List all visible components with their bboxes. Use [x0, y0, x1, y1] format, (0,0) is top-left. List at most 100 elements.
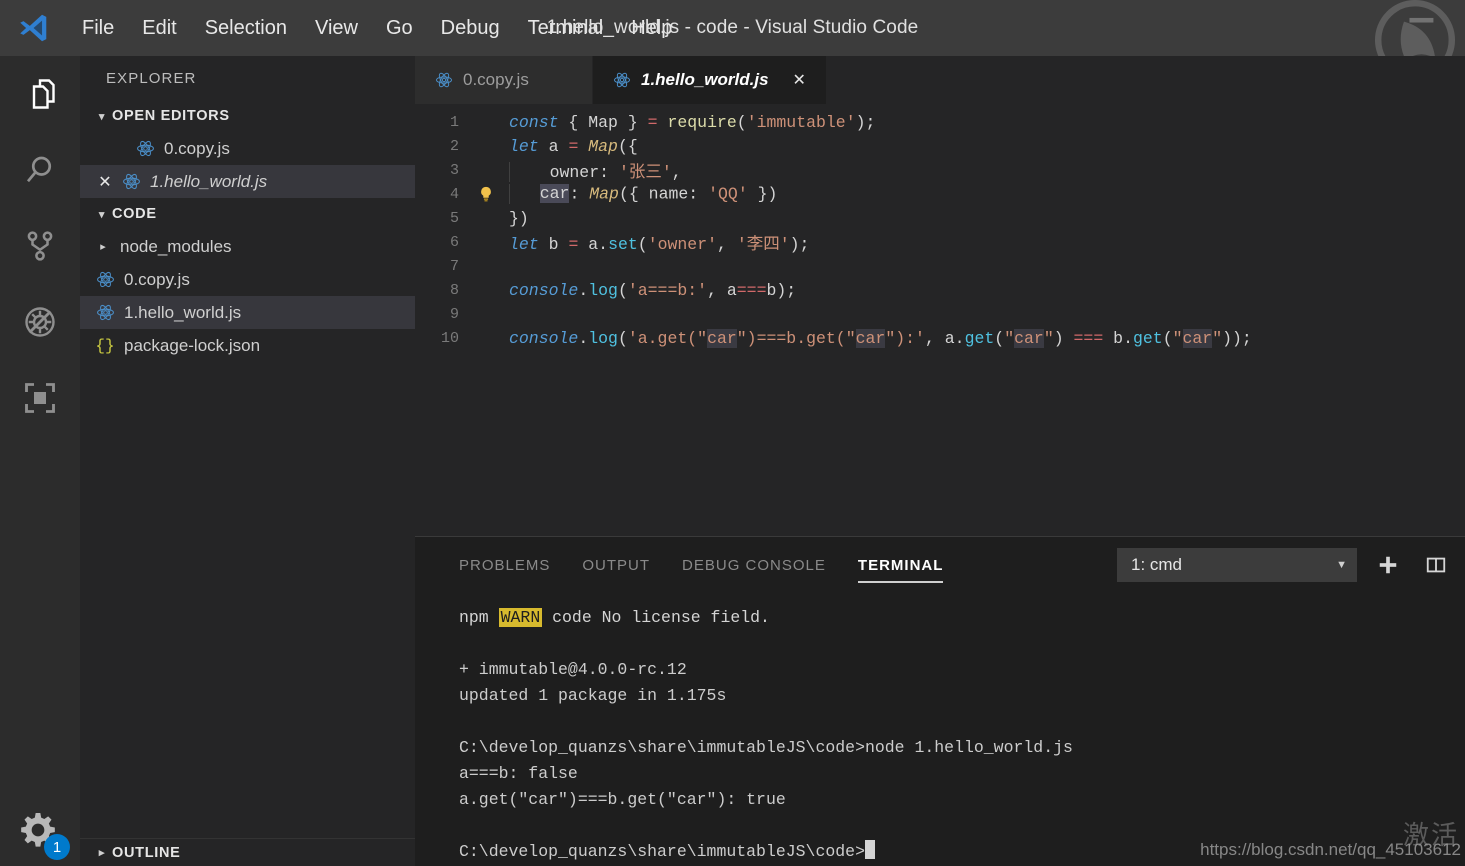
- section-folder-label: CODE: [112, 206, 157, 222]
- warn-badge: WARN: [498, 608, 543, 627]
- lightbulb-icon[interactable]: [477, 185, 495, 203]
- line-number: 9: [449, 305, 459, 323]
- menu-item-debug[interactable]: Debug: [427, 13, 514, 44]
- terminal-line-8: [459, 813, 1465, 839]
- menu-item-view[interactable]: View: [301, 13, 372, 44]
- activity-item-explorer[interactable]: [0, 56, 80, 132]
- split-panel-icon: [1426, 557, 1446, 573]
- code-line-5: 5 }): [415, 206, 1465, 230]
- panel-tab-debug-console[interactable]: DEBUG CONSOLE: [666, 537, 842, 593]
- code-line-4: 4 car: Map({ name: 'QQ' }): [415, 182, 1465, 206]
- tree-item-label: 0.copy.js: [124, 269, 190, 289]
- extensions-icon: [25, 383, 55, 413]
- code-line-5-text: }): [509, 208, 529, 228]
- new-terminal-button[interactable]: [1371, 548, 1405, 582]
- settings-badge: 1: [44, 834, 70, 860]
- code-line-2: 2 let a = Map({: [415, 134, 1465, 158]
- js-file-icon: [436, 72, 452, 88]
- vscode-logo-icon: [20, 14, 47, 42]
- terminal-prompt: C:\develop_quanzs\share\immutableJS\code…: [459, 842, 865, 861]
- tree-item-label: package-lock.json: [124, 335, 261, 355]
- close-icon[interactable]: ✕: [92, 172, 118, 192]
- code-line-10: 10 console.log('a.get("car")===b.get("ca…: [415, 326, 1465, 350]
- panel-tab-terminal[interactable]: TERMINAL: [842, 537, 960, 593]
- code-line-9: 9: [415, 302, 1465, 326]
- line-number: 7: [449, 257, 459, 275]
- line-number: 1: [449, 113, 459, 131]
- editor-tab-0-copy-js[interactable]: 0.copy.js: [415, 56, 593, 104]
- tree-item-0-copy-js[interactable]: 0.copy.js: [80, 263, 415, 296]
- open-editor-row-0[interactable]: 0.copy.js: [80, 132, 415, 165]
- code-line-7: 7: [415, 254, 1465, 278]
- line-number: 2: [449, 137, 459, 155]
- chevron-down-icon: ▾: [98, 110, 106, 123]
- terminal-line-3: updated 1 package in 1.175s: [459, 686, 727, 705]
- menu-bar: File Edit Selection View Go Debug Termin…: [68, 13, 686, 44]
- search-icon: [26, 156, 52, 183]
- editor-area: 0.copy.js 1.hello_world.js ✕ 1 const { M…: [415, 56, 1465, 536]
- menu-item-help[interactable]: Help: [617, 13, 686, 44]
- bottom-panel: PROBLEMS OUTPUT DEBUG CONSOLE TERMINAL 1…: [415, 536, 1465, 866]
- code-line-6: 6 let b = a.set('owner', '李四');: [415, 230, 1465, 255]
- tree-item-package-lock-json[interactable]: {} package-lock.json: [80, 329, 415, 362]
- terminal-line-7: a.get("car")===b.get("car"): true: [459, 790, 786, 809]
- menu-item-file[interactable]: File: [68, 13, 128, 44]
- activity-item-manage[interactable]: 1: [0, 802, 80, 862]
- activity-item-debug[interactable]: [0, 284, 80, 360]
- section-folder-code[interactable]: ▾ CODE: [80, 198, 415, 230]
- section-outline[interactable]: ▸ OUTLINE: [80, 838, 415, 866]
- activity-item-source-control[interactable]: [0, 208, 80, 284]
- section-outline-label: OUTLINE: [112, 844, 181, 861]
- line-number: 3: [449, 161, 459, 179]
- chevron-down-icon: ▾: [98, 208, 106, 221]
- code-line-1-text: const { Map } = require('immutable');: [509, 112, 876, 132]
- js-file-icon: [92, 303, 118, 322]
- tree-item-label: 1.hello_world.js: [124, 302, 242, 322]
- menu-item-terminal[interactable]: Terminal: [514, 13, 618, 44]
- tree-item-node-modules[interactable]: ▸ node_modules: [80, 230, 415, 263]
- code-line-10-text: console.log('a.get("car")===b.get("car")…: [509, 328, 1252, 348]
- json-file-icon: {}: [95, 336, 115, 355]
- code-editor[interactable]: 1 const { Map } = require('immutable'); …: [415, 104, 1465, 536]
- menu-item-go[interactable]: Go: [372, 13, 427, 44]
- terminal-line-1: [459, 631, 1465, 657]
- line-number: 8: [449, 281, 459, 299]
- watermark-logo-icon: [1374, 0, 1456, 56]
- title-bar: File Edit Selection View Go Debug Termin…: [0, 0, 1465, 56]
- split-terminal-button[interactable]: [1419, 548, 1453, 582]
- editor-tab-label: 0.copy.js: [463, 70, 529, 89]
- code-line-8-text: console.log('a===b:', a===b);: [509, 280, 797, 300]
- chevron-right-icon[interactable]: ▸: [92, 240, 114, 253]
- open-editor-label: 1.hello_world.js: [150, 171, 268, 191]
- terminal-select[interactable]: 1: cmd ▼: [1117, 548, 1357, 582]
- editor-tab-1-hello-world-js[interactable]: 1.hello_world.js ✕: [593, 56, 827, 104]
- activity-item-extensions[interactable]: [0, 360, 80, 436]
- js-file-icon: [132, 139, 158, 158]
- chevron-right-icon: ▸: [98, 847, 106, 859]
- terminal-output[interactable]: npm WARN code No license field. + immuta…: [415, 593, 1465, 866]
- open-editor-row-1[interactable]: ✕ 1.hello_world.js: [80, 165, 415, 198]
- menu-item-selection[interactable]: Selection: [191, 13, 301, 44]
- tree-item-1-hello-world-js[interactable]: 1.hello_world.js: [80, 296, 415, 329]
- code-line-2-text: let a = Map({: [509, 136, 638, 156]
- js-file-icon: [92, 270, 118, 289]
- terminal-line-9: C:\develop_quanzs\share\immutableJS\code…: [459, 839, 1465, 865]
- section-open-editors[interactable]: ▾ OPEN EDITORS: [80, 100, 415, 132]
- section-open-editors-label: OPEN EDITORS: [112, 108, 230, 124]
- terminal-line-0: npm WARN code No license field.: [459, 608, 770, 627]
- code-line-1: 1 const { Map } = require('immutable');: [415, 110, 1465, 134]
- editor-tab-label: 1.hello_world.js: [641, 70, 769, 89]
- panel-tab-problems[interactable]: PROBLEMS: [443, 537, 566, 593]
- vscode-window: File Edit Selection View Go Debug Termin…: [0, 0, 1465, 866]
- panel-header: PROBLEMS OUTPUT DEBUG CONSOLE TERMINAL 1…: [415, 537, 1465, 593]
- tree-item-label: node_modules: [120, 236, 232, 256]
- quick-fix-gutter[interactable]: [463, 185, 509, 203]
- terminal-line-6: a===b: false: [459, 761, 1465, 787]
- panel-tab-output[interactable]: OUTPUT: [566, 537, 666, 593]
- close-icon[interactable]: ✕: [793, 70, 806, 90]
- panel-actions: 1: cmd ▼: [1117, 548, 1453, 582]
- terminal-line-2: + immutable@4.0.0-rc.12: [459, 660, 687, 679]
- activity-item-search[interactable]: [0, 132, 80, 208]
- menu-item-edit[interactable]: Edit: [128, 13, 190, 44]
- terminal-line-5: C:\develop_quanzs\share\immutableJS\code…: [459, 738, 1073, 757]
